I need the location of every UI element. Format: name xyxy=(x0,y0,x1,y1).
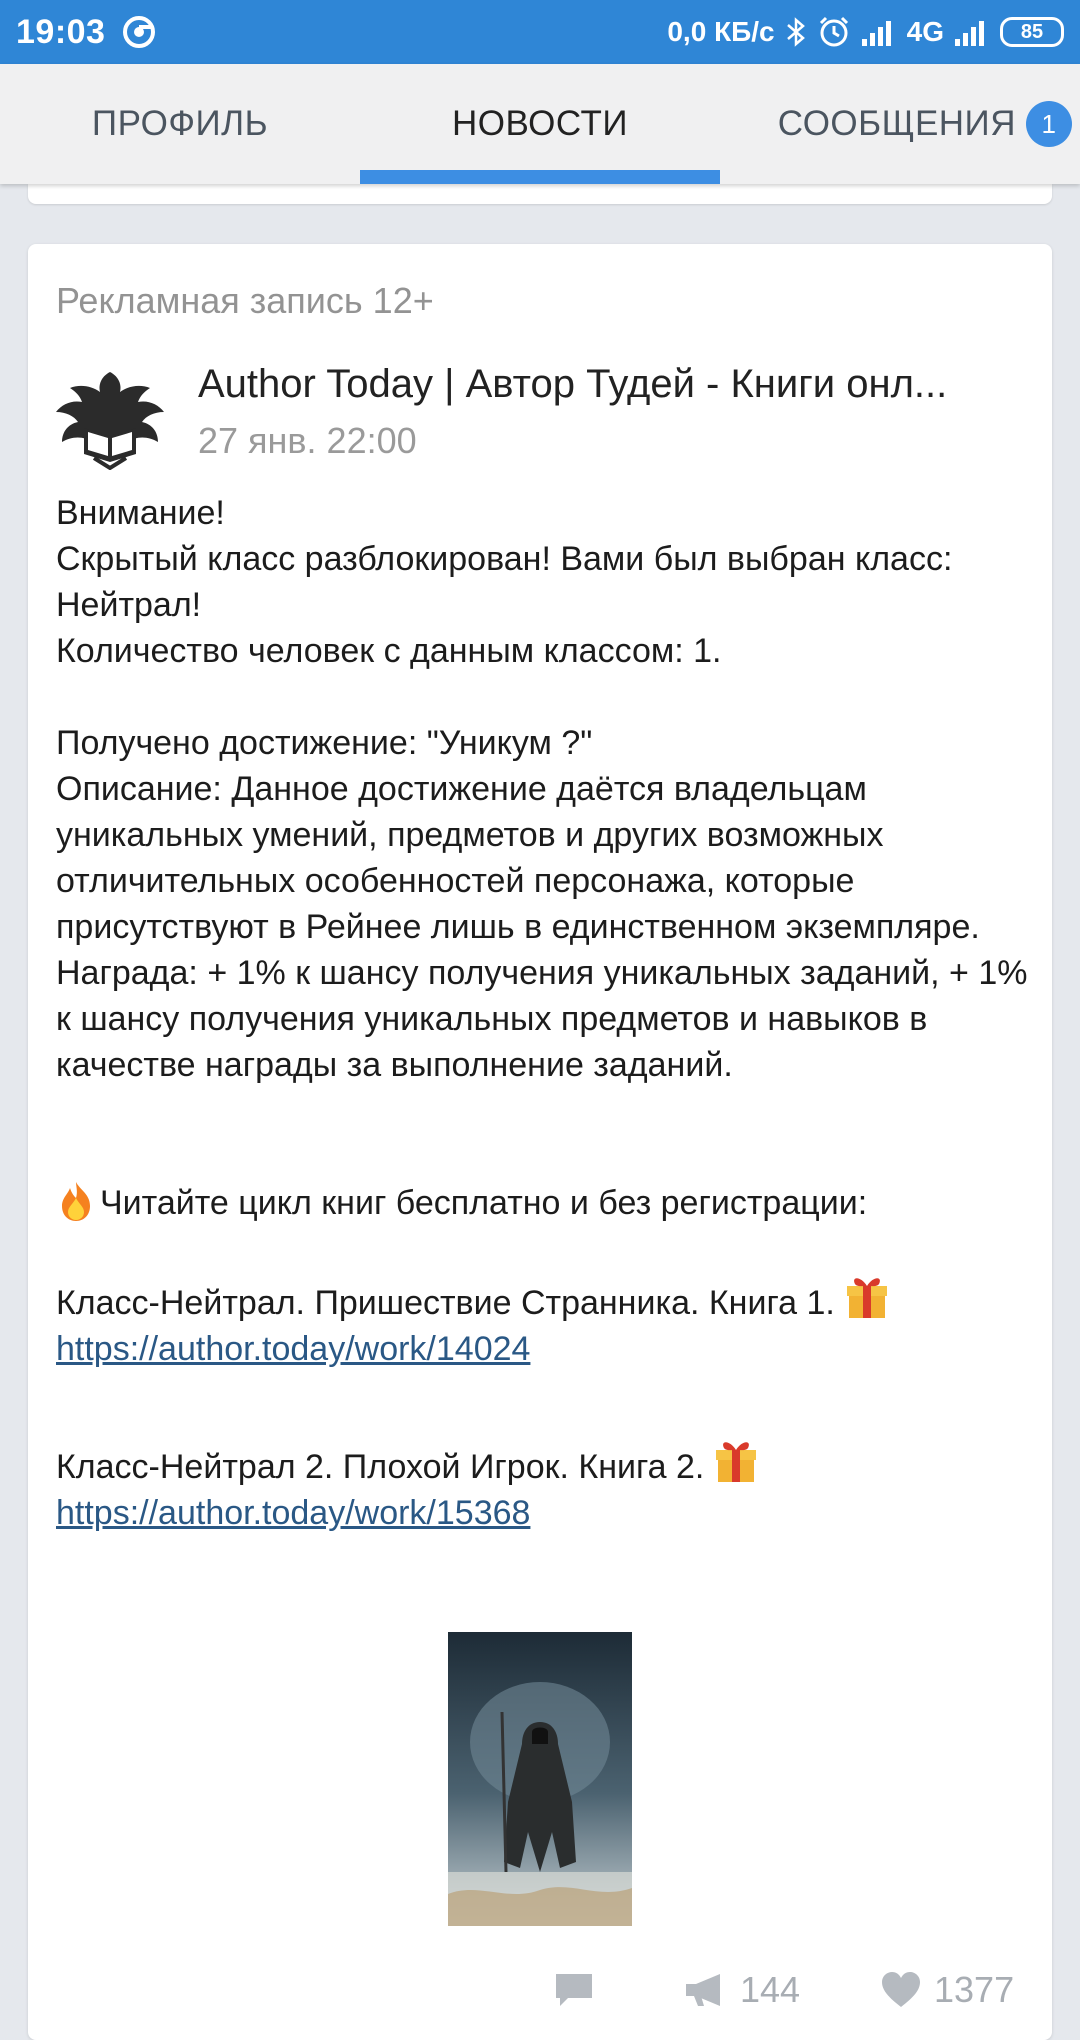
post-actions: 144 1377 xyxy=(0,1960,1080,2020)
author-avatar[interactable] xyxy=(54,366,166,470)
share-megaphone-icon xyxy=(686,1974,720,2006)
network-type: 4G xyxy=(906,16,944,47)
share-button[interactable]: 144 xyxy=(684,1960,800,2020)
share-count: 144 xyxy=(740,1969,801,2010)
tab-profile-label: ПРОФИЛЬ xyxy=(91,104,269,143)
book-1-link[interactable]: https://author.today/work/14024 xyxy=(56,1330,530,1368)
alarm-icon xyxy=(819,16,848,47)
book-cover-image[interactable] xyxy=(448,1632,632,1926)
signal-icon xyxy=(861,21,891,46)
network-speed: 0,0 КБ/с xyxy=(667,16,775,47)
active-tab-indicator xyxy=(360,170,720,184)
book-1-title: Класс-Нейтрал. Пришествие Странника. Кни… xyxy=(56,1284,835,1322)
gift-icon xyxy=(846,1278,887,1318)
post-date: 27 янв. 22:00 xyxy=(198,420,417,461)
signal-icon-2 xyxy=(955,21,984,46)
post-text-block-2: Получено достижение: "Уникум ?" Описание… xyxy=(56,724,1028,1084)
chrome-icon xyxy=(123,16,156,48)
tab-messages[interactable]: СООБЩЕНИЯ 1 xyxy=(720,64,1080,184)
status-bar: 19:03 0,0 КБ/с 4G 85 xyxy=(0,0,1080,64)
post-text-block-1: Внимание! Скрытый класс разблокирован! В… xyxy=(56,494,953,670)
book-1: Класс-Нейтрал. Пришествие Странника. Кни… xyxy=(56,1272,1036,1326)
unread-badge: 1 xyxy=(1026,101,1072,147)
fire-icon xyxy=(62,1182,90,1221)
ad-label: Рекламная запись 12+ xyxy=(56,280,434,321)
post-body: Внимание! Скрытый класс разблокирован! В… xyxy=(56,490,1036,1536)
tab-news-label: НОВОСТИ xyxy=(451,104,629,143)
tab-news[interactable]: НОВОСТИ xyxy=(360,64,720,184)
previous-post-edge xyxy=(28,184,1052,204)
tab-messages-label: СООБЩЕНИЯ xyxy=(777,104,1016,143)
gift-icon-2 xyxy=(716,1442,757,1482)
bluetooth-icon xyxy=(786,17,805,47)
comment-button[interactable] xyxy=(554,1960,594,2020)
tab-profile[interactable]: ПРОФИЛЬ xyxy=(0,64,360,184)
comment-icon xyxy=(556,1974,592,2006)
like-button[interactable]: 1377 xyxy=(880,1960,1014,2020)
tab-bar: ПРОФИЛЬ НОВОСТИ СООБЩЕНИЯ 1 xyxy=(0,64,1080,184)
battery-icon: 85 xyxy=(1000,17,1064,47)
author-name[interactable]: Author Today | Автор Тудей - Книги онл..… xyxy=(198,362,1028,407)
book-2-link[interactable]: https://author.today/work/15368 xyxy=(56,1494,530,1532)
status-icons: 0,0 КБ/с 4G 85 xyxy=(667,15,1064,49)
post-cta: Читайте цикл книг бесплатно и без регист… xyxy=(56,1180,1036,1226)
status-time: 19:03 xyxy=(16,12,106,51)
cta-text: Читайте цикл книг бесплатно и без регист… xyxy=(100,1184,868,1222)
book-2: Класс-Нейтрал 2. Плохой Игрок. Книга 2. xyxy=(56,1436,1036,1490)
like-count: 1377 xyxy=(934,1969,1015,2010)
heart-icon xyxy=(882,1972,920,2007)
book-2-title: Класс-Нейтрал 2. Плохой Игрок. Книга 2. xyxy=(56,1448,705,1486)
